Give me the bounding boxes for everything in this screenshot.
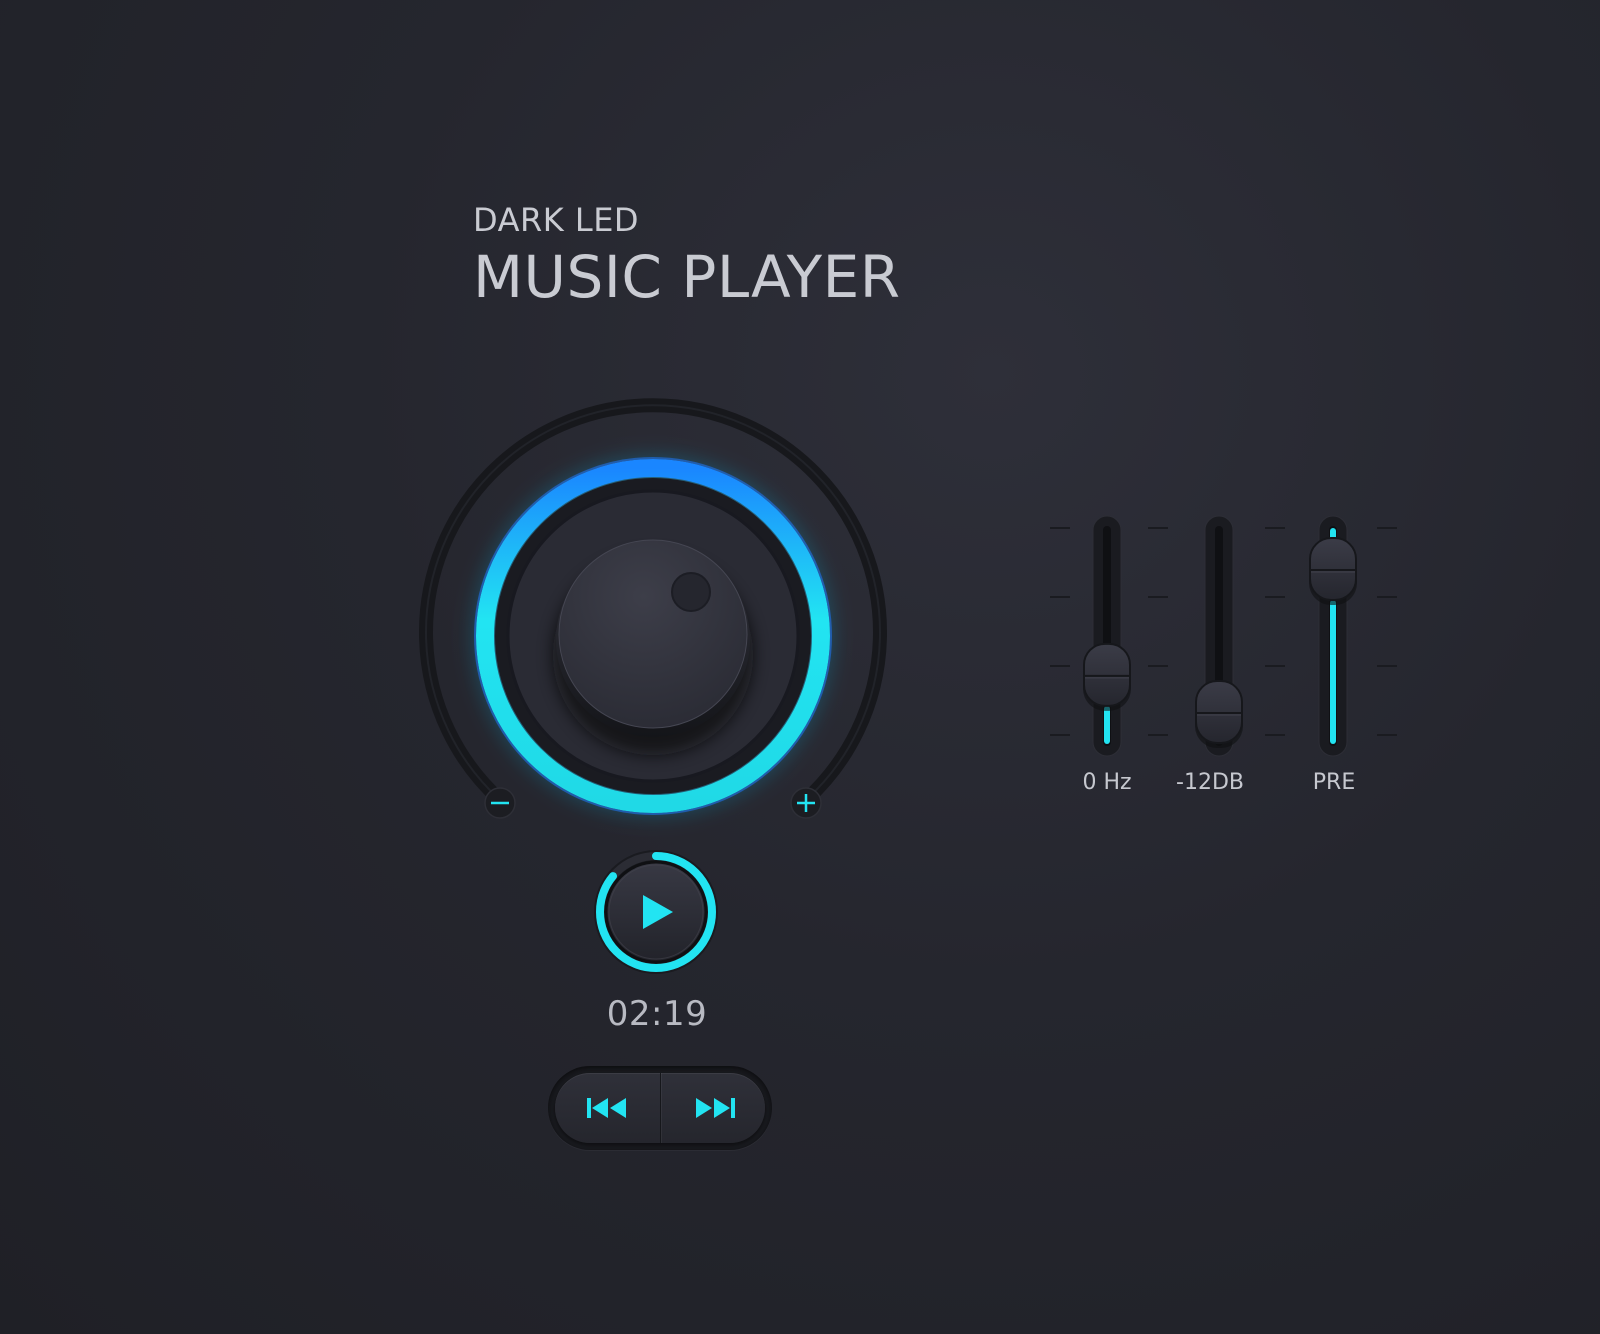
- eq-slider-2[interactable]: [1309, 515, 1357, 757]
- eq-slider-thumb[interactable]: [1195, 680, 1243, 748]
- eq-slider-fill: [1104, 705, 1110, 744]
- eq-slider-thumb[interactable]: [1083, 642, 1131, 711]
- eq-label-hz: 0 Hz: [1082, 770, 1132, 795]
- eq-slider-thumb[interactable]: [1309, 537, 1357, 605]
- eq-slider-0[interactable]: [1083, 515, 1131, 757]
- eq-slider-fill: [1330, 600, 1336, 744]
- equalizer: [1050, 515, 1397, 757]
- eq-label-db: -12DB: [1176, 770, 1244, 795]
- eq-slider-1[interactable]: [1195, 515, 1243, 757]
- eq-label-pre: PRE: [1312, 770, 1356, 795]
